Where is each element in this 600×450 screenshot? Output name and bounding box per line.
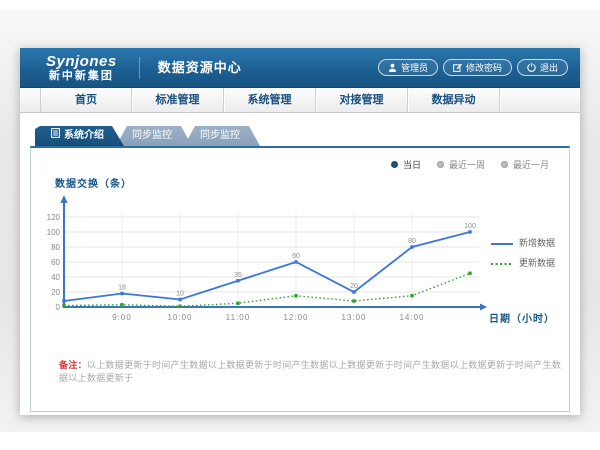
range-label: 最近一月 [513,158,549,171]
x-axis-title: 日期（小时） [489,310,555,325]
x-tick-label: 14:00 [399,313,424,322]
data-point [236,302,239,305]
data-point [294,260,297,263]
chart-panel: 当日 最近一周 最近一月 数据交换（条） 0 20 40 60 80 100 120 9:00… [30,146,570,412]
legend-item-new-data[interactable]: 新增数据 [491,236,555,249]
radio-icon [501,161,508,168]
logo-brand: Synjones [46,54,117,69]
y-tick-label: 20 [51,288,60,297]
legend-label: 更新数据 [519,256,555,269]
data-point [352,299,355,302]
logo-company: 新中新集团 [46,71,117,82]
data-point-label: 80 [408,238,416,245]
data-point [352,290,355,293]
data-point [62,304,65,307]
range-option-today[interactable]: 当日 [391,158,421,171]
line-chart: 0 20 40 60 80 100 120 9:00 10:00 11:00 12:00 13:00 1… [39,192,499,332]
x-tick-label: 12:00 [283,313,308,322]
radio-icon [437,161,444,168]
range-option-last-month[interactable]: 最近一月 [501,158,549,171]
time-range-options: 当日 最近一周 最近一月 [391,158,549,171]
user-icon [388,63,397,72]
data-point [294,294,297,297]
change-password-button-label: 修改密码 [466,61,502,74]
y-axis-arrow [61,195,68,203]
logo: Synjones 新中新集团 [46,54,117,82]
admin-button-label: 管理员 [401,61,428,74]
data-point-label: 35 [234,272,242,279]
legend-label: 新增数据 [519,236,555,249]
nav-item-home[interactable]: 首页 [40,88,132,112]
data-point-label: 100 [464,223,476,230]
legend-item-updated-data[interactable]: 更新数据 [491,256,555,269]
footnote: 备注：以上数据更新于时间产生数据以上数据更新于时间产生数据以上数据更新于时间产生… [59,358,569,384]
tab-system-intro[interactable]: 系统介绍 [35,126,124,146]
nav-item-data-change[interactable]: 数据异动 [408,88,500,112]
x-tick-label: 10:00 [167,313,192,322]
data-point [120,303,123,306]
x-axis-arrow [480,304,487,311]
change-password-button[interactable]: 修改密码 [443,59,512,76]
y-tick-label: 40 [51,273,60,282]
note-text: 以上数据更新于时间产生数据以上数据更新于时间产生数据以上数据更新于时间产生数据以… [59,360,561,383]
data-point-label: 20 [350,283,358,290]
app-title: 数据资源中心 [139,57,242,79]
solid-line-icon [491,238,513,248]
range-option-last-week[interactable]: 最近一周 [437,158,485,171]
logout-button-label: 退出 [540,61,558,74]
y-tick-label: 0 [56,303,61,312]
x-tick-label: 13:00 [341,313,366,322]
admin-button[interactable]: 管理员 [378,59,438,76]
data-point [468,272,471,275]
range-label: 最近一周 [449,158,485,171]
user-actions: 管理员 修改密码 退出 [378,59,568,76]
tab-label: 同步监控 [132,126,172,146]
nav-item-standard-mgmt[interactable]: 标准管理 [132,88,224,112]
range-label: 当日 [403,158,421,171]
app-window: Synjones 新中新集团 数据资源中心 管理员 修改密码 退出 [20,48,580,415]
y-tick-label: 100 [47,228,61,237]
tab-label: 系统介绍 [64,126,104,146]
nav-item-interface-mgmt[interactable]: 对接管理 [316,88,408,112]
tab-sync-monitor-1[interactable]: 同步监控 [116,126,192,146]
nav-item-system-mgmt[interactable]: 系统管理 [224,88,316,112]
tab-label: 同步监控 [200,126,240,146]
y-tick-label: 80 [51,243,60,252]
x-tick-label: 11:00 [226,313,250,322]
data-point [120,292,123,295]
data-point [236,279,239,282]
content-area: 系统介绍 同步监控 同步监控 当日 最近一周 [20,113,580,412]
tab-bar: 系统介绍 同步监控 同步监控 [35,126,570,146]
x-tick-label: 9:00 [112,313,132,322]
data-point [62,299,65,302]
data-point-label: 18 [118,285,126,292]
data-point [410,294,413,297]
dotted-line-icon [491,258,513,268]
document-icon [51,126,60,146]
data-point-label: 10 [176,291,184,298]
data-point [468,230,471,233]
note-label: 备注： [59,360,87,370]
logout-button[interactable]: 退出 [517,59,568,76]
y-tick-label: 120 [47,213,61,222]
tab-sync-monitor-2[interactable]: 同步监控 [184,126,260,146]
main-nav: 首页 标准管理 系统管理 对接管理 数据异动 [20,88,580,113]
app-header: Synjones 新中新集团 数据资源中心 管理员 修改密码 退出 [20,48,580,88]
power-icon [527,63,536,72]
y-tick-label: 60 [51,258,60,267]
series-legend: 新增数据 更新数据 [491,236,555,269]
data-point [410,245,413,248]
data-point [178,298,181,301]
data-point-label: 60 [292,253,300,260]
chart-container: 0 20 40 60 80 100 120 9:00 10:00 11:00 12:00 13:00 1… [39,192,499,337]
edit-icon [453,63,462,72]
radio-selected-icon [391,161,398,168]
y-axis-title: 数据交换（条） [55,175,132,190]
data-point [178,305,181,308]
